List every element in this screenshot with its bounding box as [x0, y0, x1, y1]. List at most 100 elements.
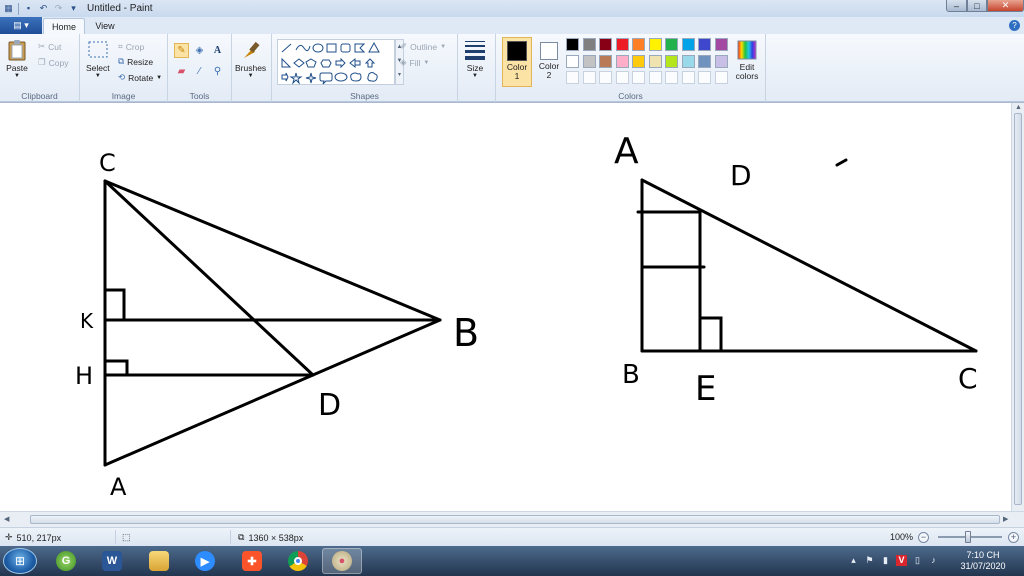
color-swatch[interactable] — [698, 71, 711, 84]
taskbar-paint[interactable]: ● — [322, 548, 362, 574]
taskbar-chrome[interactable] — [278, 548, 318, 574]
pencil-tool[interactable]: ✎ — [174, 43, 189, 58]
color-swatch[interactable] — [599, 38, 612, 51]
paste-button[interactable]: Paste ▼ — [6, 39, 28, 79]
color-swatch[interactable] — [632, 38, 645, 51]
zoom-slider-thumb[interactable] — [965, 531, 971, 543]
color-swatch[interactable] — [681, 38, 695, 51]
color-swatch[interactable] — [566, 54, 579, 68]
select-button[interactable]: Select ▼ — [86, 39, 110, 79]
color-swatch[interactable] — [698, 38, 711, 51]
color-swatch[interactable] — [714, 54, 728, 68]
scroll-up-icon[interactable]: ▲ — [1015, 104, 1022, 111]
close-button[interactable]: ✕ — [987, 0, 1024, 12]
brushes-group: Brushes ▼ — [232, 34, 272, 102]
text-tool[interactable]: A — [210, 43, 225, 58]
taskbar-greenshot[interactable]: G — [46, 548, 86, 574]
color-swatch[interactable] — [582, 54, 596, 68]
color-swatch[interactable] — [632, 54, 645, 68]
drawing-canvas[interactable]: C K H B D A A D B E C — [0, 103, 1011, 511]
color2-button[interactable]: Color 2 — [534, 37, 564, 87]
fill-tool[interactable]: ◈ — [192, 43, 207, 58]
vertical-scroll-thumb[interactable] — [1014, 113, 1022, 505]
tab-view[interactable]: View — [88, 18, 122, 34]
start-button[interactable]: ⊞ — [3, 548, 37, 574]
color-swatch[interactable] — [582, 71, 596, 84]
color-swatch[interactable] — [648, 54, 662, 68]
color-swatch[interactable] — [681, 71, 695, 84]
select-icon — [88, 41, 108, 58]
zoom-out-button[interactable]: − — [918, 532, 929, 543]
color-swatch[interactable] — [681, 54, 695, 68]
edit-colors-button[interactable]: Edit colors — [732, 39, 762, 81]
horizontal-scrollbar[interactable]: ◀ ▶ — [0, 511, 1024, 527]
crosshair-icon: ✛ — [5, 532, 13, 542]
shield-icon: ✚ — [242, 551, 262, 571]
color-swatch[interactable] — [615, 38, 629, 51]
color-picker-tool[interactable]: ⁄ — [192, 64, 207, 79]
cut-button[interactable]: ✂ Cut — [38, 40, 61, 53]
color-swatch[interactable] — [698, 54, 711, 68]
paint-app-icon[interactable]: ▦ — [3, 3, 14, 14]
color-swatch[interactable] — [714, 71, 728, 84]
image-size-value: 1360 × 538px — [248, 532, 304, 543]
minimize-button[interactable]: – — [946, 0, 967, 12]
crop-button[interactable]: ⌗ Crop — [118, 40, 144, 53]
color-swatch[interactable] — [599, 71, 612, 84]
save-icon[interactable]: ▪ — [23, 3, 34, 14]
taskbar-word[interactable]: W — [92, 548, 132, 574]
color-swatch[interactable] — [582, 38, 596, 51]
resize-button[interactable]: ⧉ Resize — [118, 55, 153, 68]
color-swatch[interactable] — [615, 54, 629, 68]
scroll-right-icon[interactable]: ▶ — [1003, 515, 1008, 523]
color-swatch[interactable] — [632, 71, 645, 84]
paint-menu-button[interactable]: ▤ ▾ — [0, 17, 42, 34]
color-swatch[interactable] — [615, 71, 629, 84]
shapes-gallery[interactable] — [277, 39, 395, 85]
color-swatch[interactable] — [714, 38, 728, 51]
outline-button[interactable]: ✐ Outline ▼ — [400, 40, 446, 53]
color-swatch[interactable] — [648, 71, 662, 84]
zoom-level: 100% — [890, 532, 914, 542]
vertical-scrollbar[interactable]: ▲ — [1011, 103, 1024, 511]
rotate-button[interactable]: ⟲ Rotate ▼ — [118, 71, 162, 84]
color-swatch[interactable] — [566, 71, 579, 84]
volume-icon[interactable]: ♪ — [928, 555, 939, 566]
color-swatch[interactable] — [566, 38, 579, 51]
size-group: Size ▼ — [458, 34, 496, 102]
battery-icon[interactable]: ▯ — [912, 555, 923, 566]
eraser-tool[interactable]: ▰ — [174, 64, 189, 79]
taskbar-clock[interactable]: 7:10 CH 31/07/2020 — [950, 550, 1016, 572]
customize-qa-icon[interactable]: ▾ — [68, 3, 79, 14]
left-right-angle-h — [103, 359, 129, 377]
horizontal-scroll-thumb[interactable] — [30, 515, 1000, 524]
copy-button[interactable]: ❐ Copy — [38, 56, 68, 69]
brushes-button[interactable]: Brushes ▼ — [235, 39, 266, 79]
redo-icon[interactable]: ↷ — [53, 3, 64, 14]
clock-time: 7:10 CH — [966, 550, 1000, 560]
color-swatch[interactable] — [665, 38, 678, 51]
flag-icon[interactable]: ⚑ — [864, 555, 875, 566]
zoom-in-button[interactable]: + — [1008, 532, 1019, 543]
taskbar-file-explorer[interactable] — [139, 548, 179, 574]
color-swatch[interactable] — [648, 38, 662, 51]
title-bar: ▦ ▪ ↶ ↷ ▾ Untitled - Paint – □ ✕ — [0, 0, 1024, 17]
scroll-left-icon[interactable]: ◀ — [4, 515, 9, 523]
fill-button[interactable]: ◈ Fill ▼ — [400, 56, 429, 69]
show-hidden-icons[interactable]: ▴ — [848, 555, 859, 566]
unikey-icon[interactable]: V — [896, 555, 907, 566]
taskbar-zoom[interactable]: ▶ — [185, 548, 225, 574]
undo-icon[interactable]: ↶ — [38, 3, 49, 14]
taskbar-brave[interactable]: ✚ — [232, 548, 272, 574]
rotate-label: Rotate — [128, 72, 154, 83]
color-swatch[interactable] — [665, 54, 678, 68]
magnifier-tool[interactable]: ⚲ — [210, 64, 225, 79]
help-icon[interactable]: ? — [1009, 20, 1020, 31]
network-icon[interactable]: ▮ — [880, 555, 891, 566]
color1-button[interactable]: Color 1 — [502, 37, 532, 87]
tab-home[interactable]: Home — [43, 18, 85, 34]
color-swatch[interactable] — [599, 54, 612, 68]
maximize-button[interactable]: □ — [967, 0, 987, 12]
size-button[interactable]: Size ▼ — [464, 39, 486, 79]
color-swatch[interactable] — [665, 71, 678, 84]
